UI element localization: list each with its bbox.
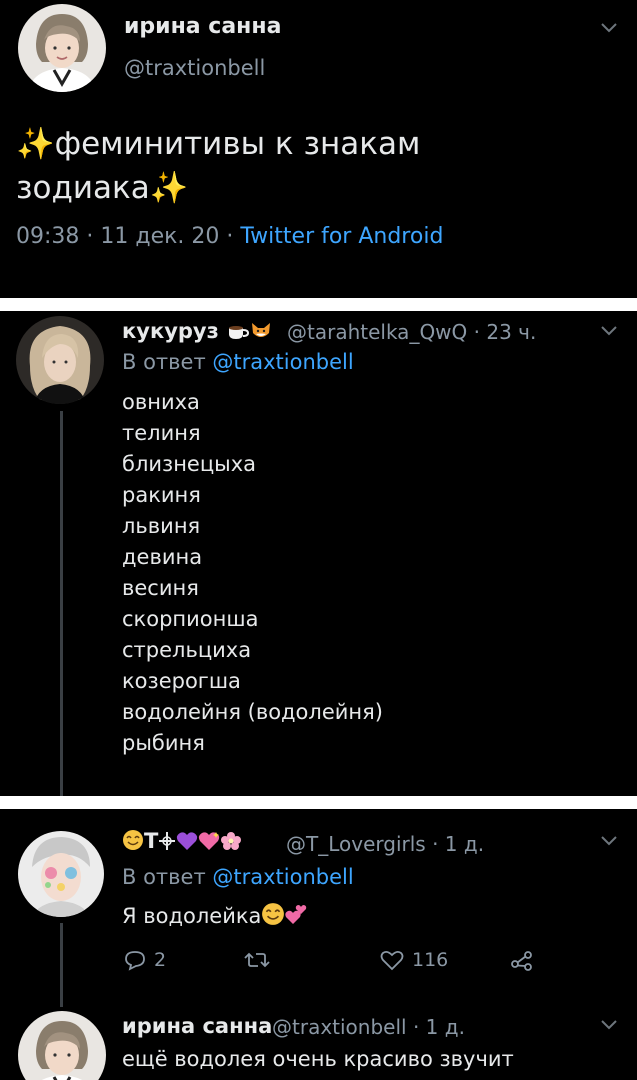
coffee-emoji-icon xyxy=(229,326,250,339)
tweet-text: ✨феминитивы к знакам зодиака✨ xyxy=(16,126,421,206)
list-item: овниха xyxy=(122,390,200,414)
list-item: водолейня (водолейня) xyxy=(122,700,383,724)
mention-link[interactable]: @traxtionbell xyxy=(212,350,353,374)
fox-emoji-icon xyxy=(252,323,271,337)
chevron-down-icon[interactable] xyxy=(600,1019,618,1031)
heart-icon xyxy=(380,950,404,971)
tweet-source[interactable]: Twitter for Android xyxy=(240,224,443,249)
like-button[interactable]: 116 xyxy=(380,949,510,971)
author-handle[interactable]: @T_Lovergirls · 1 д. xyxy=(286,832,484,856)
reply-tweet: T @T_Lovergirls · 1 д. В ответ @traxtion… xyxy=(0,809,637,1080)
reply-count: 2 xyxy=(154,949,167,971)
retweet-button[interactable] xyxy=(244,950,380,970)
list-item: телиня xyxy=(122,421,201,445)
main-tweet: ирина санна @traxtionbell ✨феминитивы к … xyxy=(0,0,637,298)
share-icon xyxy=(511,951,532,971)
tweet-timestamp[interactable]: 09:38 · 11 дек. 20 · xyxy=(16,224,240,249)
list-item: скорпионша xyxy=(122,607,259,631)
avatar[interactable] xyxy=(18,4,106,92)
author-handle[interactable]: @traxtionbell xyxy=(124,56,265,80)
list-item: весиня xyxy=(122,576,199,600)
two-hearts-icon xyxy=(285,905,307,924)
sparkling-heart-icon xyxy=(199,832,220,850)
zodiac-list: овниха телиня близнецыха ракиня львиня девина… xyxy=(122,387,383,759)
list-item: ракиня xyxy=(122,483,201,507)
like-count: 116 xyxy=(412,949,449,971)
list-item: девина xyxy=(122,545,203,569)
list-item: стрельциха xyxy=(122,638,252,662)
reply-tweet: кукуруз @tarahtelka_QwQ · 23 ч. В ответ … xyxy=(0,311,637,796)
smiling-face-emoji-icon xyxy=(262,903,285,925)
avatar[interactable] xyxy=(18,831,104,917)
list-item: козерогша xyxy=(122,669,241,693)
author-handle[interactable]: @tarahtelka_QwQ · 23 ч. xyxy=(287,320,536,344)
sparkle-symbol-icon xyxy=(159,832,176,850)
chevron-down-icon[interactable] xyxy=(600,835,618,847)
reply-text: Я водолейка xyxy=(122,902,307,928)
comment-icon xyxy=(125,951,145,971)
smiling-face-emoji-icon xyxy=(123,830,143,850)
author-name[interactable]: T xyxy=(122,829,242,853)
retweet-icon xyxy=(244,952,270,968)
reply-text: ещё водолея очень красиво звучит xyxy=(122,1047,514,1071)
reply-context: В ответ @traxtionbell xyxy=(122,350,354,374)
thread-line xyxy=(60,923,63,1007)
list-item: близнецыха xyxy=(122,452,257,476)
chevron-down-icon[interactable] xyxy=(600,22,618,34)
list-item: львиня xyxy=(122,514,201,538)
tweet-actions: 2 116 xyxy=(124,949,544,971)
mention-link[interactable]: @traxtionbell xyxy=(212,865,353,889)
avatar[interactable] xyxy=(16,316,104,404)
author-name[interactable]: ирина санна xyxy=(122,1014,272,1038)
chevron-down-icon[interactable] xyxy=(600,325,618,337)
separator xyxy=(0,298,637,311)
avatar[interactable] xyxy=(18,1011,106,1080)
tweet-meta: 09:38 · 11 дек. 20 · Twitter for Android xyxy=(16,224,443,249)
share-button[interactable] xyxy=(510,949,534,971)
purple-heart-icon xyxy=(177,832,198,850)
author-name[interactable]: ирина санна xyxy=(124,14,281,39)
author-handle[interactable]: @traxtionbell · 1 д. xyxy=(272,1015,465,1039)
thread-line xyxy=(60,411,63,796)
author-name[interactable]: кукуруз xyxy=(122,319,272,343)
separator xyxy=(0,796,637,809)
list-item: рыбиня xyxy=(122,731,205,755)
reply-button[interactable]: 2 xyxy=(124,949,244,971)
reply-context: В ответ @traxtionbell xyxy=(122,865,354,889)
cherry-blossom-icon xyxy=(221,832,242,850)
